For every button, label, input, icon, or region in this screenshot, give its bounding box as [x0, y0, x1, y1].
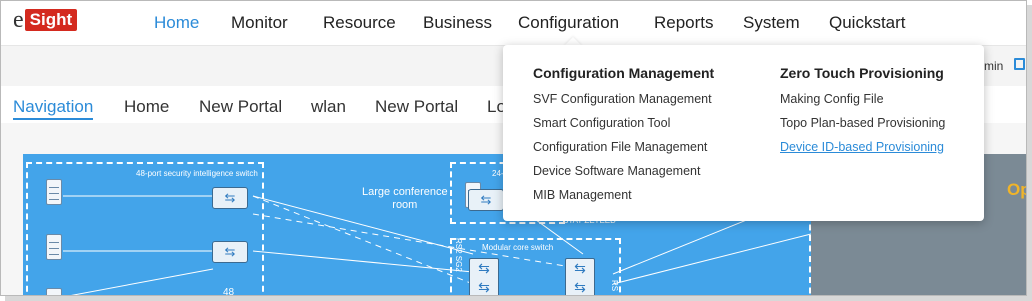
- zone-core-switch-label: Modular core switch: [482, 243, 554, 252]
- conference-room-label: Large conference room: [362, 186, 448, 212]
- nav-quickstart[interactable]: Quickstart: [829, 13, 906, 33]
- server-icon: [46, 234, 62, 260]
- conference-line1: Large conference: [362, 186, 448, 198]
- zero-touch-heading: Zero Touch Provisioning: [780, 65, 944, 81]
- configuration-dropdown: Configuration Management SVF Configurati…: [503, 45, 984, 221]
- tab-navigation[interactable]: Navigation: [13, 97, 94, 120]
- esight-logo[interactable]: e Sight: [13, 7, 78, 33]
- menu-device-id-provisioning[interactable]: Device ID-based Provisioning: [780, 138, 945, 162]
- config-management-heading: Configuration Management: [533, 65, 715, 81]
- zone-24-port-label: 24-: [492, 169, 504, 178]
- menu-making-config-file[interactable]: Making Config File: [780, 90, 945, 114]
- nav-reports[interactable]: Reports: [654, 13, 714, 33]
- nav-configuration[interactable]: Configuration: [518, 13, 619, 33]
- menu-configuration-file-management[interactable]: Configuration File Management: [533, 138, 714, 162]
- tab-wlan[interactable]: wlan: [311, 97, 346, 117]
- menu-smart-configuration-tool[interactable]: Smart Configuration Tool: [533, 114, 714, 138]
- app-window: e Sight Home Monitor Resource Business C…: [0, 0, 1027, 296]
- tab-new-portal-2[interactable]: New Portal: [375, 97, 458, 117]
- logo-prefix: e: [13, 7, 24, 33]
- top-header: e Sight Home Monitor Resource Business C…: [1, 1, 1026, 45]
- switch-icon: ⇆: [212, 241, 248, 263]
- user-name[interactable]: min: [984, 59, 1003, 73]
- menu-device-software-management[interactable]: Device Software Management: [533, 162, 714, 186]
- config-management-column: Configuration Management SVF Configurati…: [533, 65, 714, 210]
- port-count-label: 48: [223, 287, 235, 296]
- server-icon: [46, 288, 62, 295]
- core-switch-icon: ⇆ ⇆: [565, 258, 595, 295]
- switch-icon: ⇆: [468, 189, 504, 211]
- tab-new-portal[interactable]: New Portal: [199, 97, 282, 117]
- tab-home[interactable]: Home: [124, 97, 169, 117]
- nav-business[interactable]: Business: [423, 13, 492, 33]
- server-icon: [46, 179, 62, 205]
- logo-box: Sight: [24, 9, 78, 31]
- nav-resource[interactable]: Resource: [323, 13, 396, 33]
- switch-icon: ⇆: [212, 187, 248, 209]
- nav-monitor[interactable]: Monitor: [231, 13, 288, 33]
- conference-line2: room: [392, 199, 418, 211]
- logout-icon[interactable]: [1014, 58, 1025, 70]
- core-rotated-label: RS2 SG2: [454, 238, 463, 272]
- frame-shadow-bottom: [5, 296, 1031, 301]
- core-rotated-label-2: RS: [610, 280, 619, 292]
- frame-shadow-right: [1027, 5, 1032, 301]
- menu-svf-configuration[interactable]: SVF Configuration Management: [533, 90, 714, 114]
- zone-security-switch-label: 48-port security intelligence switch: [136, 169, 258, 178]
- side-panel-text: Op: [1007, 180, 1026, 199]
- core-switch-icon: ⇆ ⇆: [469, 258, 499, 295]
- menu-topo-plan-provisioning[interactable]: Topo Plan-based Provisioning: [780, 114, 945, 138]
- nav-home[interactable]: Home: [154, 13, 199, 33]
- menu-mib-management[interactable]: MIB Management: [533, 186, 714, 210]
- nav-system[interactable]: System: [743, 13, 800, 33]
- zero-touch-column: Zero Touch Provisioning Making Config Fi…: [780, 65, 945, 162]
